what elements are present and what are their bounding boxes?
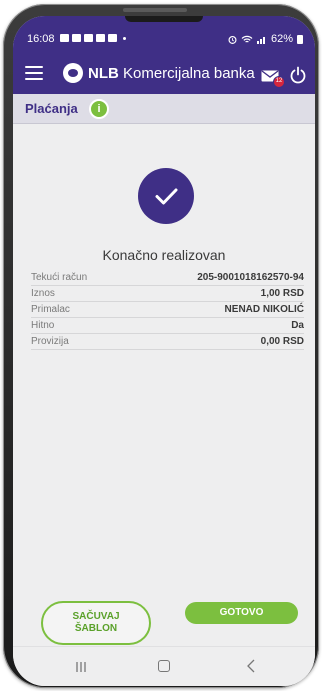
bank-name: NLB Komercijalna banka xyxy=(88,65,255,82)
detail-row-urgent: Hitno Da xyxy=(31,318,304,334)
detail-value: 1,00 RSD xyxy=(260,288,304,299)
detail-value: NENAD NIKOLIĆ xyxy=(224,304,304,315)
notification-icons xyxy=(60,34,126,42)
power-icon[interactable] xyxy=(289,66,307,84)
transaction-details: Tekući račun 205-9001018162570-94 Iznos … xyxy=(31,270,304,350)
signal-icon xyxy=(256,36,265,44)
alarm-icon xyxy=(228,35,237,44)
detail-label: Hitno xyxy=(31,320,55,331)
app-notification-icon xyxy=(96,34,105,42)
home-icon[interactable] xyxy=(158,660,170,672)
bank-logo: NLB Komercijalna banka xyxy=(63,63,255,83)
done-button[interactable]: GOTOVO xyxy=(185,602,298,624)
recent-apps-icon[interactable] xyxy=(75,661,87,673)
app-notification-icon xyxy=(84,34,93,42)
detail-label: Primalac xyxy=(31,304,70,315)
system-status-icons: 62% xyxy=(228,33,303,45)
detail-value: 0,00 RSD xyxy=(260,336,304,347)
back-icon[interactable] xyxy=(245,659,257,673)
nlb-logo-icon xyxy=(63,63,83,83)
detail-label: Tekući račun xyxy=(31,272,88,283)
detail-row-amount: Iznos 1,00 RSD xyxy=(31,286,304,302)
check-icon xyxy=(155,188,178,205)
phone-screen: 16:08 62% NLB Komercijalna banka 12 Plać… xyxy=(13,16,315,686)
menu-icon[interactable] xyxy=(25,66,43,80)
bank-name-rest: Komercijalna banka xyxy=(123,64,255,82)
transaction-status: Konačno realizovan xyxy=(102,247,226,263)
system-nav-bar xyxy=(13,646,315,686)
status-time: 16:08 xyxy=(27,33,55,45)
save-template-label-1: SAČUVAJ xyxy=(72,611,120,622)
detail-value: Da xyxy=(291,320,304,331)
checkbox-icon xyxy=(72,34,81,42)
detail-row-fee: Provizija 0,00 RSD xyxy=(31,334,304,350)
save-template-label-2: ŠABLON xyxy=(74,623,118,634)
phone-top-edge xyxy=(123,8,187,12)
phone-frame: 16:08 62% NLB Komercijalna banka 12 Plać… xyxy=(3,4,319,688)
wifi-icon xyxy=(241,35,253,43)
success-check-icon xyxy=(138,168,194,224)
detail-label: Iznos xyxy=(31,288,55,299)
bank-name-bold: NLB xyxy=(88,64,119,82)
unread-messages-badge: 12 xyxy=(273,76,285,88)
linkedin-icon xyxy=(60,34,69,42)
detail-value: 205-9001018162570-94 xyxy=(197,272,304,283)
detail-row-recipient: Primalac NENAD NIKOLIĆ xyxy=(31,302,304,318)
battery-percent: 62% xyxy=(270,33,293,45)
save-template-button[interactable]: SAČUVAJ ŠABLON xyxy=(41,601,151,645)
app-notification-icon xyxy=(108,34,117,42)
more-notifications-dot xyxy=(123,37,126,40)
page-title: Plaćanja xyxy=(25,101,78,116)
detail-label: Provizija xyxy=(31,336,69,347)
battery-icon xyxy=(297,34,303,44)
app-header: NLB Komercijalna banka 12 xyxy=(13,52,315,94)
detail-row-account: Tekući račun 205-9001018162570-94 xyxy=(31,270,304,286)
section-header: Plaćanja i xyxy=(13,94,315,124)
info-icon[interactable]: i xyxy=(89,99,109,119)
camera-notch xyxy=(125,16,203,22)
